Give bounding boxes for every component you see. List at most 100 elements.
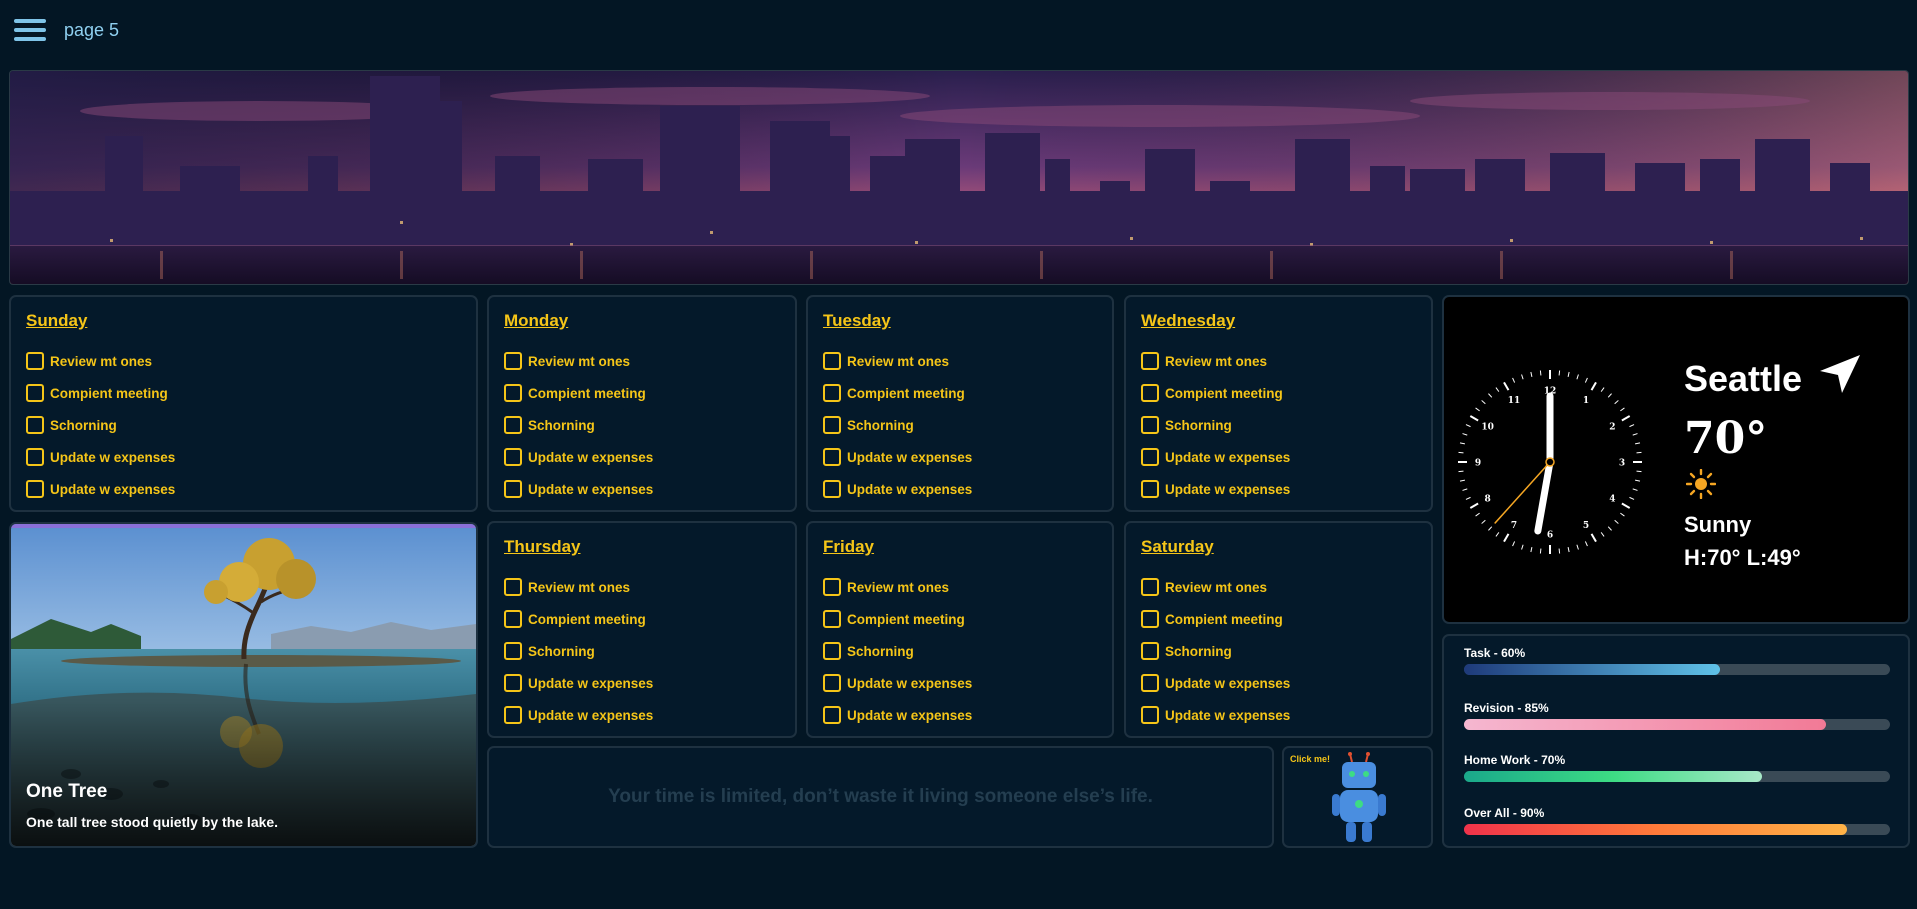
task-item[interactable]: Review mt ones (504, 345, 653, 377)
weather-high-low: H:70° L:49° (1684, 545, 1801, 570)
task-item[interactable]: Schorning (823, 409, 972, 441)
task-item[interactable]: Review mt ones (823, 345, 972, 377)
clock-tick (1629, 424, 1635, 428)
day-card-tuesday: Tuesday Review mt ones Compient meeting … (806, 295, 1114, 512)
task-item[interactable]: Update w expenses (1141, 667, 1290, 699)
task-item[interactable]: Update w expenses (823, 441, 972, 473)
task-item[interactable]: Compient meeting (823, 603, 972, 635)
task-item[interactable]: Compient meeting (1141, 377, 1290, 409)
task-item[interactable]: Schorning (504, 635, 653, 667)
task-item[interactable]: Review mt ones (1141, 571, 1290, 603)
clock-tick (1459, 479, 1466, 482)
task-item[interactable]: Update w expenses (26, 441, 175, 473)
clock-numeral: 2 (1609, 423, 1615, 433)
checkbox[interactable] (504, 352, 522, 370)
checkbox[interactable] (1141, 610, 1159, 628)
checkbox[interactable] (823, 706, 841, 724)
checkbox[interactable] (1141, 384, 1159, 402)
checkbox[interactable] (1141, 578, 1159, 596)
task-item[interactable]: Review mt ones (1141, 345, 1290, 377)
checkbox[interactable] (504, 480, 522, 498)
checkbox[interactable] (504, 384, 522, 402)
day-title-sunday[interactable]: Sunday (26, 311, 87, 331)
task-item[interactable]: Schorning (1141, 409, 1290, 441)
task-item[interactable]: Schorning (1141, 635, 1290, 667)
checkbox[interactable] (823, 642, 841, 660)
task-item[interactable]: Review mt ones (504, 571, 653, 603)
task-item[interactable]: Update w expenses (1141, 699, 1290, 731)
task-item[interactable]: Update w expenses (823, 473, 972, 505)
checkbox[interactable] (823, 610, 841, 628)
task-item[interactable]: Update w expenses (1141, 441, 1290, 473)
day-title-monday[interactable]: Monday (504, 311, 568, 331)
checkbox[interactable] (26, 416, 44, 434)
task-item[interactable]: Compient meeting (504, 377, 653, 409)
checkbox[interactable] (1141, 480, 1159, 498)
clock-tick (1458, 470, 1464, 473)
task-item[interactable]: Update w expenses (504, 699, 653, 731)
checkbox[interactable] (823, 448, 841, 466)
checkbox[interactable] (504, 416, 522, 434)
weather-temperature: 70° (1684, 413, 1768, 464)
checkbox[interactable] (1141, 352, 1159, 370)
checkbox[interactable] (823, 384, 841, 402)
clock-tick (1614, 519, 1619, 524)
task-item[interactable]: Update w expenses (823, 667, 972, 699)
task-item[interactable]: Compient meeting (1141, 603, 1290, 635)
task-item[interactable]: Compient meeting (504, 603, 653, 635)
clock-numeral: 5 (1583, 521, 1589, 531)
checkbox[interactable] (1141, 674, 1159, 692)
feature-description: One tall tree stood quietly by the lake. (26, 814, 279, 830)
task-item[interactable]: Schorning (504, 409, 653, 441)
task-item[interactable]: Update w expenses (504, 441, 653, 473)
checkbox[interactable] (1141, 706, 1159, 724)
page-title: page 5 (64, 20, 120, 40)
checkbox[interactable] (26, 480, 44, 498)
clock-tick (1495, 387, 1500, 392)
day-title-saturday[interactable]: Saturday (1141, 537, 1214, 557)
progress-item-task: Task - 60% (1464, 646, 1890, 675)
checkbox[interactable] (504, 610, 522, 628)
day-card-friday: Friday Review mt ones Compient meeting S… (806, 521, 1114, 738)
day-title-tuesday[interactable]: Tuesday (823, 311, 891, 331)
clock-tick (1632, 488, 1638, 491)
checkbox[interactable] (1141, 448, 1159, 466)
robot-button[interactable]: Click me! (1282, 746, 1433, 848)
checkbox[interactable] (504, 706, 522, 724)
day-title-friday[interactable]: Friday (823, 537, 874, 557)
checkbox[interactable] (26, 448, 44, 466)
checkbox[interactable] (823, 416, 841, 434)
checkbox[interactable] (823, 480, 841, 498)
task-item[interactable]: Update w expenses (823, 699, 972, 731)
checkbox[interactable] (26, 352, 44, 370)
location-arrow-icon[interactable] (1818, 353, 1862, 395)
task-item[interactable]: Update w expenses (504, 667, 653, 699)
task-item[interactable]: Review mt ones (26, 345, 175, 377)
checkbox[interactable] (26, 384, 44, 402)
task-item[interactable]: Compient meeting (26, 377, 175, 409)
hamburger-menu-icon[interactable] (14, 19, 46, 43)
clock-tick (1465, 496, 1471, 500)
task-item[interactable]: Update w expenses (26, 473, 175, 505)
checkbox[interactable] (823, 578, 841, 596)
checkbox[interactable] (504, 448, 522, 466)
day-title-thursday[interactable]: Thursday (504, 537, 581, 557)
task-item[interactable]: Update w expenses (1141, 473, 1290, 505)
clock-tick (1459, 442, 1466, 445)
day-card-wednesday: Wednesday Review mt ones Compient meetin… (1124, 295, 1433, 512)
day-title-wednesday[interactable]: Wednesday (1141, 311, 1235, 331)
day-card-thursday: Thursday Review mt ones Compient meeting… (487, 521, 797, 738)
task-item[interactable]: Schorning (26, 409, 175, 441)
task-item[interactable]: Review mt ones (823, 571, 972, 603)
task-item[interactable]: Update w expenses (504, 473, 653, 505)
clock-tick (1539, 370, 1542, 376)
checkbox[interactable] (504, 674, 522, 692)
task-item[interactable]: Schorning (823, 635, 972, 667)
checkbox[interactable] (823, 674, 841, 692)
checkbox[interactable] (823, 352, 841, 370)
checkbox[interactable] (504, 578, 522, 596)
checkbox[interactable] (1141, 416, 1159, 434)
checkbox[interactable] (504, 642, 522, 660)
task-item[interactable]: Compient meeting (823, 377, 972, 409)
checkbox[interactable] (1141, 642, 1159, 660)
